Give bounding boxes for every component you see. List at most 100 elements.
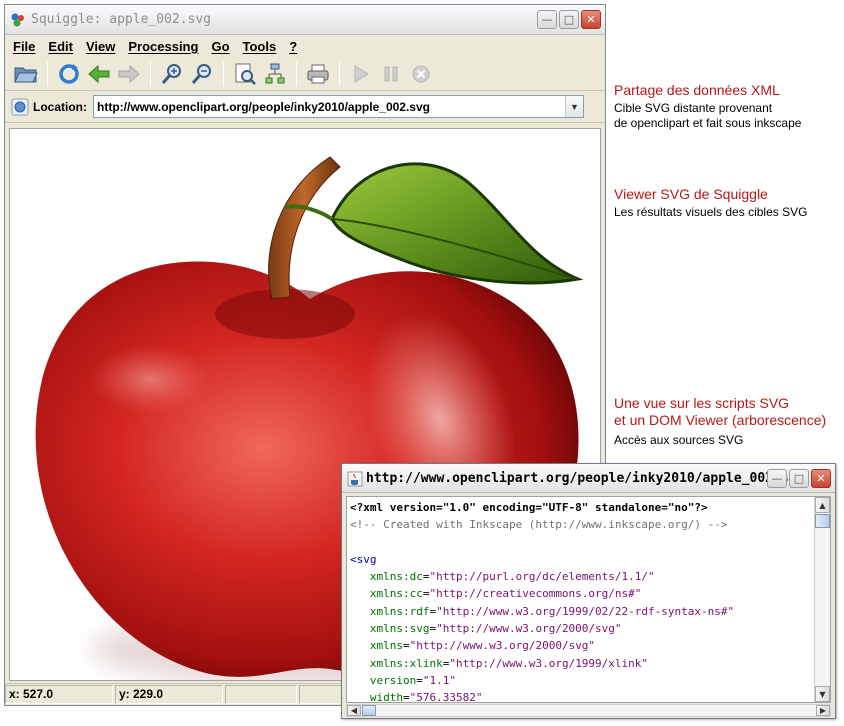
status-y-coordinate: y: 229.0: [115, 685, 223, 704]
code-line: xmlns:dc="http://purl.org/dc/elements/1.…: [369, 570, 655, 584]
menu-file[interactable]: File: [13, 39, 35, 54]
arrow-right-icon: ▶: [819, 706, 827, 715]
source-window-title: http://www.openclipart.org/people/inky20…: [366, 471, 805, 486]
close-button[interactable]: ✕: [581, 10, 601, 29]
reload-icon: [59, 63, 79, 84]
pause-button[interactable]: [378, 61, 404, 87]
annotation-heading: Viewer SVG de Squiggle: [614, 186, 768, 202]
stop-button[interactable]: [408, 61, 434, 87]
source-code-area[interactable]: <?xml version="1.0" encoding="UTF-8" sta…: [346, 496, 831, 703]
horizontal-scrollbar[interactable]: ◀ ▶: [346, 704, 831, 717]
maximize-icon: □: [563, 13, 575, 26]
menu-go[interactable]: Go: [211, 39, 229, 54]
vertical-scrollbar[interactable]: ▲ ▼: [814, 497, 830, 702]
java-cup-icon: [347, 471, 363, 487]
svg-source-window: http://www.openclipart.org/people/inky20…: [341, 463, 836, 719]
horizontal-scroll-thumb[interactable]: [362, 705, 376, 716]
source-code: <?xml version="1.0" encoding="UTF-8" sta…: [350, 499, 830, 703]
annotation-heading: Partage des données XML: [614, 82, 780, 98]
maximize-icon: □: [793, 472, 805, 485]
code-line: xmlns:cc="http://creativecommons.org/ns#…: [369, 587, 642, 601]
toolbar-separator: [223, 61, 224, 86]
forward-arrow-icon: [118, 64, 140, 83]
zoom-in-button[interactable]: [159, 61, 185, 87]
code-line: xmlns="http://www.w3.org/2000/svg": [369, 639, 596, 653]
annotation-description: Les résultats visuels des cibles SVG: [614, 205, 808, 219]
pause-icon: [384, 66, 398, 81]
main-titlebar[interactable]: Squiggle: apple_002.svg — □ ✕: [5, 5, 605, 35]
source-maximize-button[interactable]: □: [789, 469, 809, 488]
forward-button[interactable]: [116, 61, 142, 87]
toolbar-separator: [150, 61, 151, 86]
annotation-xml-sharing: Partage des données XML Cible SVG distan…: [614, 82, 801, 131]
maximize-button[interactable]: □: [559, 10, 579, 29]
play-icon: [354, 64, 369, 83]
annotation-description: Cible SVG distante provenant: [614, 101, 773, 115]
print-button[interactable]: [305, 61, 331, 87]
minimize-button[interactable]: —: [537, 10, 557, 29]
location-label: Location:: [33, 99, 87, 114]
source-minimize-button[interactable]: —: [767, 469, 787, 488]
zoom-in-icon: [161, 63, 181, 84]
view-source-button[interactable]: [232, 61, 258, 87]
close-icon: ✕: [586, 13, 596, 26]
code-line: version="1.1": [369, 673, 456, 687]
location-dropdown-button[interactable]: ▼: [565, 96, 583, 117]
reload-button[interactable]: [56, 61, 82, 87]
code-line: xmlns:xlink="http://www.w3.org/1999/xlin…: [369, 656, 649, 670]
annotation-svg-scripts: Une vue sur les scripts SVG et un DOM Vi…: [614, 395, 826, 448]
zoom-out-icon: [191, 63, 211, 84]
print-icon: [307, 64, 329, 83]
code-line: width="576.33582": [369, 691, 483, 703]
code-line: <?xml version="1.0" encoding="UTF-8" sta…: [350, 501, 708, 514]
view-source-icon: [235, 63, 256, 85]
source-close-button[interactable]: ✕: [811, 469, 831, 488]
toolbar: [5, 57, 605, 91]
menu-help[interactable]: ?: [289, 39, 297, 54]
dom-tree-icon: [265, 63, 285, 83]
menu-view[interactable]: View: [86, 39, 115, 54]
scroll-up-button[interactable]: ▲: [815, 497, 830, 513]
code-line: xmlns:svg="http://www.w3.org/2000/svg": [369, 622, 622, 636]
play-button[interactable]: [348, 61, 374, 87]
source-titlebar[interactable]: http://www.openclipart.org/people/inky20…: [342, 464, 835, 493]
scroll-right-button[interactable]: ▶: [816, 705, 830, 716]
arrow-left-icon: ◀: [350, 706, 358, 715]
open-folder-icon: [14, 67, 38, 82]
chevron-down-icon: ▼: [570, 101, 579, 112]
code-line: xmlns:rdf="http://www.w3.org/1999/02/22-…: [369, 604, 735, 618]
annotation-heading: Une vue sur les scripts SVG: [614, 395, 790, 411]
menubar: File Edit View Processing Go Tools ?: [5, 35, 605, 57]
stop-icon: [412, 65, 430, 82]
toolbar-separator: [47, 61, 48, 86]
back-button[interactable]: [86, 61, 112, 87]
back-arrow-icon: [88, 64, 110, 83]
close-icon: ✕: [816, 472, 826, 485]
annotation-heading: et un DOM Viewer (arborescence): [614, 412, 827, 428]
annotation-description: Accès aux sources SVG: [614, 433, 744, 447]
arrow-up-icon: ▲: [819, 500, 826, 510]
menu-processing[interactable]: Processing: [128, 39, 198, 54]
arrow-down-icon: ▼: [819, 689, 826, 699]
minimize-icon: —: [541, 13, 553, 26]
location-url-input[interactable]: http://www.openclipart.org/people/inky20…: [93, 95, 584, 118]
scroll-down-button[interactable]: ▼: [815, 686, 830, 702]
zoom-out-button[interactable]: [189, 61, 215, 87]
status-x-coordinate: x: 527.0: [5, 685, 113, 704]
location-page-icon: [11, 98, 29, 115]
dom-viewer-button[interactable]: [262, 61, 288, 87]
squiggle-app-icon: [11, 13, 24, 27]
toolbar-separator: [339, 61, 340, 86]
code-line: <svg: [350, 552, 377, 566]
location-url-text: http://www.openclipart.org/people/inky20…: [97, 99, 430, 114]
open-button[interactable]: [13, 61, 39, 87]
minimize-icon: —: [771, 472, 783, 485]
menu-edit[interactable]: Edit: [48, 39, 73, 54]
toolbar-separator: [296, 61, 297, 86]
scroll-left-button[interactable]: ◀: [347, 705, 361, 716]
location-bar: Location: http://www.openclipart.org/peo…: [5, 91, 605, 123]
menu-tools[interactable]: Tools: [243, 39, 277, 54]
vertical-scroll-thumb[interactable]: [815, 514, 830, 528]
annotation-svg-viewer: Viewer SVG de Squiggle Les résultats vis…: [614, 186, 807, 220]
